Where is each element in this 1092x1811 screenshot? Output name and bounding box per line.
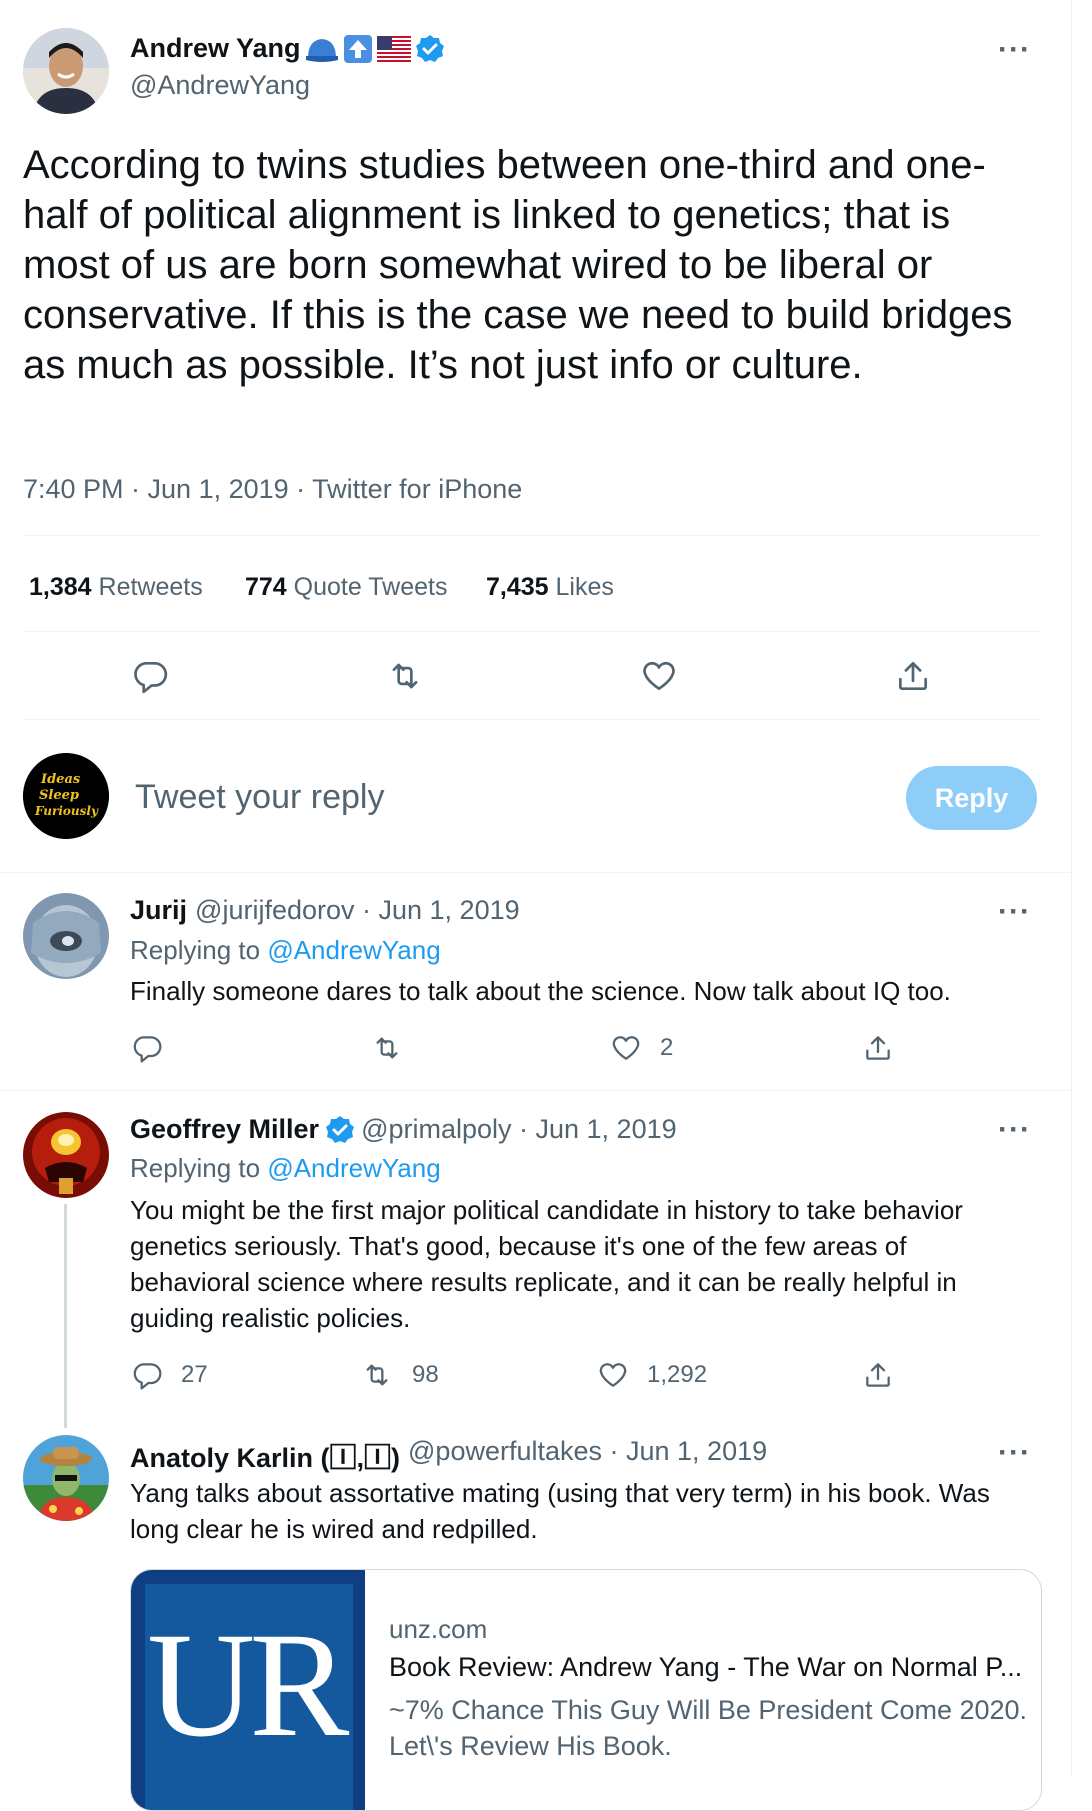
retweet-icon	[366, 1364, 388, 1386]
arrow-up-icon	[343, 34, 373, 64]
like-count: 1,292	[647, 1361, 708, 1388]
likes-count: 7,435	[486, 573, 549, 601]
reply-header: Jurij @jurijfedorov · Jun 1, 2019	[130, 895, 520, 926]
compose-avatar-word: Sleep	[39, 788, 79, 803]
share-icon	[866, 1363, 890, 1387]
more-options-icon[interactable]: ···	[998, 897, 1031, 927]
verified-badge-icon	[415, 34, 445, 64]
replying-to: Replying to @AndrewYang	[130, 935, 441, 966]
reply-author-name[interactable]: Anatoly Karlin (🄸,🄸)	[130, 1436, 400, 1475]
reply-icon	[134, 661, 168, 694]
replying-to-prefix: Replying to	[130, 1153, 261, 1183]
quotes-label: Quote Tweets	[293, 573, 448, 601]
share-button[interactable]	[862, 1359, 894, 1391]
reply-author-handle[interactable]: @jurijfedorov · Jun 1, 2019	[195, 895, 520, 926]
retweet-count: 98	[412, 1361, 439, 1388]
share-icon	[866, 1036, 890, 1060]
retweets-count: 1,384	[29, 573, 92, 601]
divider	[23, 631, 1041, 632]
reply-icon	[133, 1363, 162, 1390]
share-button[interactable]	[894, 657, 932, 695]
heart-icon	[643, 661, 675, 691]
reply-button[interactable]	[131, 1032, 181, 1064]
author-name[interactable]: Andrew Yang	[130, 33, 301, 64]
likes-label: Likes	[555, 573, 614, 601]
replying-to: Replying to @AndrewYang	[130, 1153, 441, 1184]
tweet-timestamp[interactable]: 7:40 PM · Jun 1, 2019 · Twitter for iPho…	[23, 474, 522, 505]
link-card-image: UR	[131, 1570, 365, 1810]
link-card[interactable]: UR unz.com Book Review: Andrew Yang - Th…	[130, 1569, 1042, 1811]
reply-button[interactable]: 27	[131, 1359, 208, 1391]
compose-avatar[interactable]: Ideas Sleep Furiously	[23, 753, 109, 839]
reply-count: 27	[181, 1361, 208, 1388]
reply-author-name[interactable]: Jurij	[130, 895, 187, 926]
retweet-button[interactable]	[370, 1032, 422, 1064]
like-button[interactable]: 2	[610, 1032, 673, 1064]
reply-icon	[133, 1036, 162, 1063]
heart-icon	[599, 1363, 627, 1387]
like-count: 2	[660, 1034, 674, 1061]
replying-to-link[interactable]: @AndrewYang	[267, 1153, 440, 1183]
verified-badge-icon	[325, 1115, 355, 1145]
quotes-count: 774	[245, 573, 287, 601]
reply-text: You might be the first major political c…	[130, 1195, 963, 1333]
author-avatar[interactable]	[23, 28, 109, 114]
timeline-right-border	[1071, 0, 1072, 1776]
reply-avatar[interactable]	[23, 1112, 109, 1198]
tweet-text: According to twins studies between one-t…	[23, 143, 1013, 387]
author-handle[interactable]: @AndrewYang	[130, 70, 310, 101]
retweets-stat[interactable]: 1,384 Retweets	[29, 573, 203, 602]
like-button[interactable]	[640, 657, 678, 695]
hat-icon	[305, 34, 339, 64]
reply-button[interactable]	[131, 657, 169, 695]
divider	[0, 1090, 1071, 1091]
link-card-title: Book Review: Andrew Yang - The War on No…	[389, 1652, 1023, 1682]
like-button[interactable]: 1,292	[597, 1359, 707, 1391]
more-options-icon[interactable]: ···	[998, 1438, 1031, 1468]
more-options-icon[interactable]: ···	[998, 1115, 1031, 1145]
retweet-button[interactable]: 98	[360, 1359, 439, 1391]
retweets-label: Retweets	[98, 573, 203, 601]
reply-input[interactable]: Tweet your reply	[135, 778, 384, 817]
author-name-row: Andrew Yang	[130, 33, 445, 64]
quote-tweets-stat[interactable]: 774 Quote Tweets	[245, 573, 447, 602]
link-card-logo: UR	[147, 1602, 349, 1768]
reply-author-name[interactable]: Geoffrey Miller	[130, 1114, 319, 1145]
reply-text: Yang talks about assortative mating (usi…	[130, 1478, 990, 1544]
reply-avatar[interactable]	[23, 893, 109, 979]
divider	[0, 872, 1071, 873]
reply-header: Anatoly Karlin (🄸,🄸) @powerfultakes · Ju…	[130, 1436, 767, 1475]
retweet-button[interactable]	[385, 657, 425, 695]
retweet-icon	[376, 1037, 398, 1059]
reply-author-handle[interactable]: @powerfultakes · Jun 1, 2019	[408, 1436, 767, 1475]
compose-avatar-word: Furiously	[34, 804, 99, 818]
likes-stat[interactable]: 7,435 Likes	[486, 573, 614, 602]
retweet-icon	[392, 663, 418, 689]
replying-to-link[interactable]: @AndrewYang	[267, 935, 440, 965]
heart-icon	[612, 1036, 640, 1060]
divider	[23, 535, 1041, 536]
more-options-icon[interactable]: ···	[998, 35, 1031, 65]
thread-connector	[64, 1204, 67, 1428]
compose-avatar-word: Ideas	[40, 772, 81, 787]
replying-to-prefix: Replying to	[130, 935, 261, 965]
reply-header: Geoffrey Miller @primalpoly · Jun 1, 201…	[130, 1114, 677, 1145]
reply-author-handle[interactable]: @primalpoly · Jun 1, 2019	[361, 1114, 677, 1145]
divider	[23, 719, 1041, 720]
reply-text: Finally someone dares to talk about the …	[130, 976, 951, 1006]
reply-avatar[interactable]	[23, 1435, 109, 1521]
share-button[interactable]	[862, 1032, 894, 1064]
us-flag-icon	[376, 35, 411, 62]
link-card-description: ~7% Chance This Guy Will Be President Co…	[389, 1695, 1028, 1761]
reply-submit-button[interactable]: Reply	[906, 766, 1037, 830]
share-icon	[898, 661, 928, 691]
link-card-domain: unz.com	[389, 1614, 488, 1644]
